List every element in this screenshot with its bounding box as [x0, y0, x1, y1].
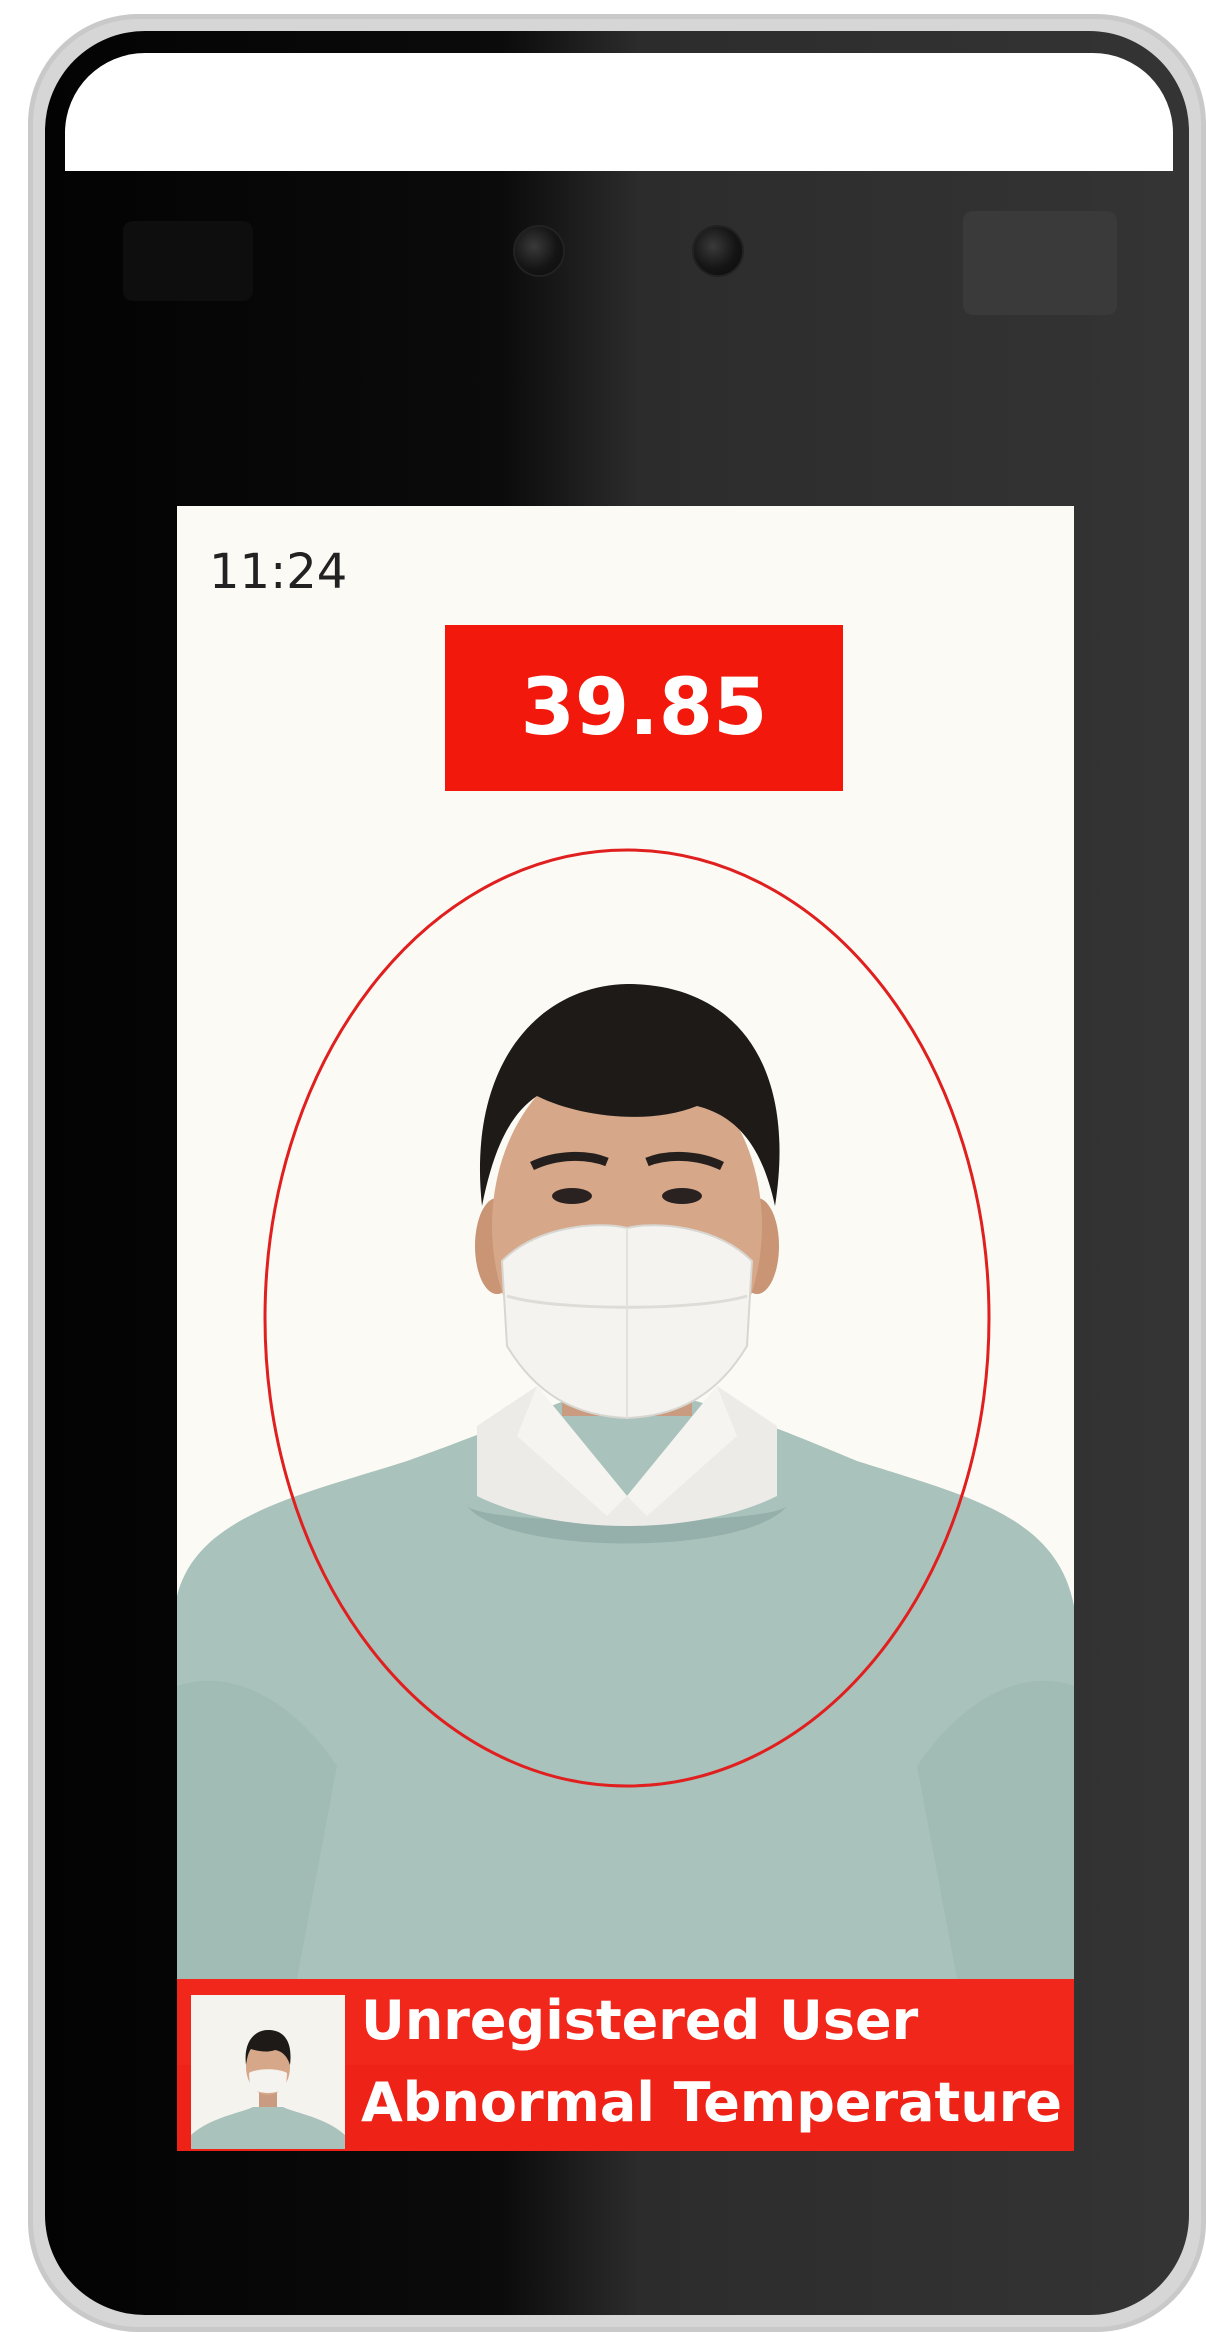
clock: 11:24	[209, 544, 348, 600]
camera-lens-icon	[692, 225, 744, 277]
temperature-value: 39.85	[520, 663, 768, 753]
face-recognition-terminal: 11:24 39.85 Unregistered User Abnormal T…	[28, 14, 1206, 2332]
temperature-readout: 39.85	[445, 625, 843, 791]
display-screen: 11:24 39.85 Unregistered User Abnormal T…	[177, 506, 1074, 2151]
left-sensor-window	[123, 221, 253, 301]
captured-face-thumbnail	[191, 1995, 345, 2149]
ir-sensor-icon	[963, 211, 1117, 315]
camera-lens-icon	[513, 225, 565, 277]
status-temperature-text: Abnormal Temperature	[361, 2071, 1063, 2134]
status-user-text: Unregistered User	[361, 1989, 919, 2052]
thumbnail-image	[191, 1995, 345, 2149]
device-bezel: 11:24 39.85 Unregistered User Abnormal T…	[45, 31, 1189, 2315]
top-strip	[65, 53, 1173, 171]
status-banner: Unregistered User Abnormal Temperature	[177, 1979, 1074, 2151]
